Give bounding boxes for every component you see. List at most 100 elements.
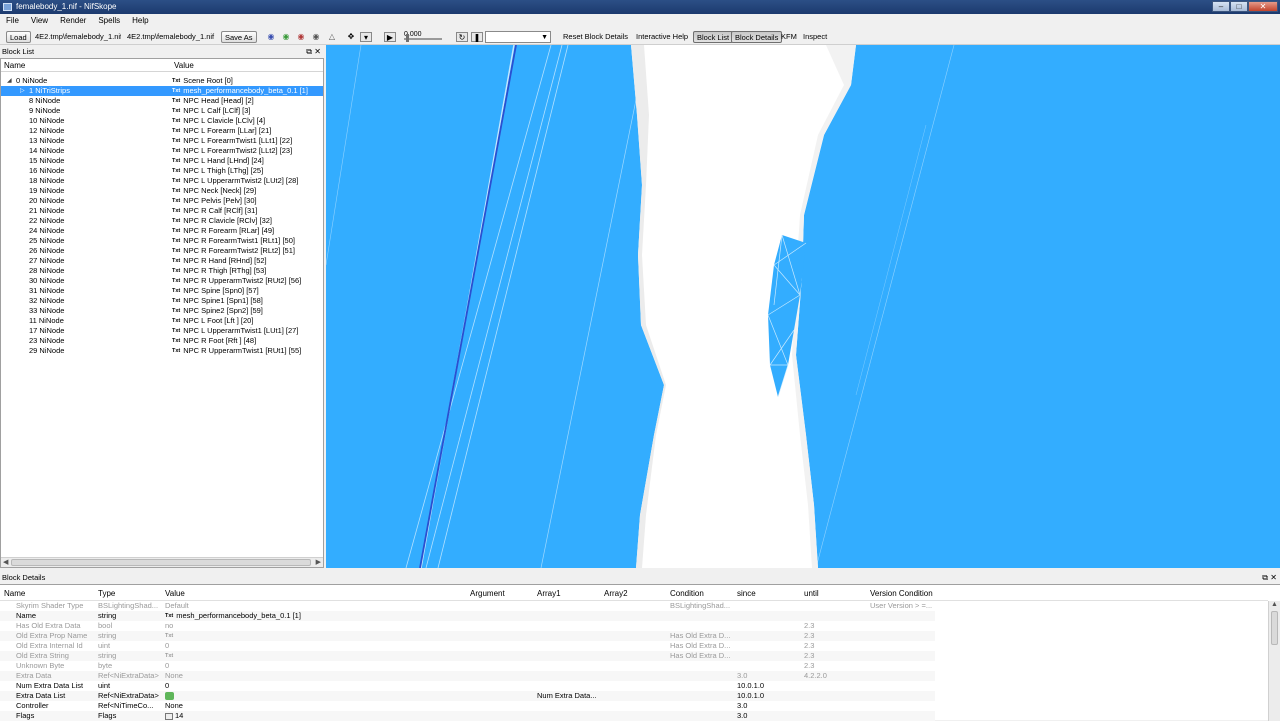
eye-green-icon[interactable]: ◉	[280, 32, 292, 42]
col-array2-header[interactable]: Array2	[604, 587, 628, 601]
block-list-tree[interactable]: Name Value ◢ 0 NiNode Txt Scene Root [0] ▷ 1 …	[0, 58, 324, 568]
col-until-header[interactable]: until	[804, 587, 819, 601]
tree-row[interactable]: 26 NiNode Txt NPC R ForearmTwist2 [RLt2] […	[1, 246, 323, 256]
scroll-right-icon[interactable]: ▶	[316, 558, 321, 568]
menu-file[interactable]: File	[0, 14, 25, 28]
close-icon[interactable]: ✕	[1248, 1, 1278, 12]
detail-value[interactable]: None	[165, 701, 183, 711]
scroll-thumb[interactable]	[1271, 611, 1278, 645]
col-name-header[interactable]: Name	[4, 59, 25, 72]
col-since-header[interactable]: since	[737, 587, 756, 601]
detail-row[interactable]: Has Old Extra Data bool no 2.3	[0, 621, 935, 631]
save-as-button[interactable]: Save As	[221, 31, 257, 43]
col-name-header[interactable]: Name	[4, 587, 25, 601]
time-slider[interactable]	[404, 38, 442, 40]
detail-value[interactable]	[165, 691, 174, 701]
detail-value[interactable]: Default	[165, 601, 189, 611]
menu-spells[interactable]: Spells	[92, 14, 126, 28]
scroll-up-icon[interactable]: ▲	[1271, 601, 1278, 608]
detail-row[interactable]: Name string Txt mesh_performancebody_beta_0…	[0, 611, 935, 621]
detail-row[interactable]: Unknown Byte byte 0 2.3	[0, 661, 935, 671]
close-icon[interactable]: ✕	[1270, 572, 1277, 584]
tree-row[interactable]: ▷ 1 NiTriStrips Txt mesh_performancebody_be…	[1, 86, 323, 96]
view-dropdown-icon[interactable]: ▾	[360, 32, 372, 42]
tree-row[interactable]: 28 NiNode Txt NPC R Thigh [RThg] [53]	[1, 266, 323, 276]
menu-help[interactable]: Help	[126, 14, 154, 28]
detail-value[interactable]: 0	[165, 681, 169, 691]
animation-select[interactable]: ▼	[485, 31, 551, 43]
expand-arrow-icon[interactable]: ▷	[20, 86, 25, 96]
save-path-field[interactable]: 4E2.tmp\femalebody_1.nif	[125, 31, 217, 43]
tree-row[interactable]: 18 NiNode Txt NPC L UpperarmTwist2 [LUt2] …	[1, 176, 323, 186]
tree-row[interactable]: 31 NiNode Txt NPC Spine [Spn0] [57]	[1, 286, 323, 296]
scroll-left-icon[interactable]: ◀	[3, 558, 8, 568]
tree-row[interactable]: 11 NiNode Txt NPC L Foot [Lft ] [20]	[1, 316, 323, 326]
detail-value[interactable]: no	[165, 621, 173, 631]
col-condition-header[interactable]: Condition	[670, 587, 704, 601]
minimize-icon[interactable]: –	[1212, 1, 1230, 12]
kfm-toggle[interactable]: KFM	[779, 31, 799, 43]
tree-row[interactable]: 8 NiNode Txt NPC Head [Head] [2]	[1, 96, 323, 106]
undock-icon[interactable]: ⧉	[306, 46, 312, 58]
tree-row[interactable]: 20 NiNode Txt NPC Pelvis [Pelv] [30]	[1, 196, 323, 206]
eye-red-icon[interactable]: ◉	[295, 32, 307, 42]
detail-row[interactable]: Extra Data List Ref<NiExtraData> Num Extra…	[0, 691, 935, 701]
tree-row[interactable]: 10 NiNode Txt NPC L Clavicle [LClv] [4]	[1, 116, 323, 126]
pause-icon[interactable]: ❚	[471, 32, 483, 42]
tree-row[interactable]: ◢ 0 NiNode Txt Scene Root [0]	[1, 76, 323, 86]
maximize-icon[interactable]: □	[1230, 1, 1248, 12]
detail-row[interactable]: Old Extra Internal Id uint 0 Has Old Extra …	[0, 641, 935, 651]
detail-row[interactable]: Old Extra Prop Name string Txt Has Old Extr…	[0, 631, 935, 641]
menu-view[interactable]: View	[25, 14, 54, 28]
inspect-toggle[interactable]: Inspect	[801, 31, 829, 43]
tree-row[interactable]: 17 NiNode Txt NPC L UpperarmTwist1 [LUt1] …	[1, 326, 323, 336]
tree-row[interactable]: 16 NiNode Txt NPC L Thigh [LThg] [25]	[1, 166, 323, 176]
tree-row[interactable]: 13 NiNode Txt NPC L ForearmTwist1 [LLt1] […	[1, 136, 323, 146]
collapse-arrow-icon[interactable]: ◢	[7, 76, 12, 86]
tree-row[interactable]: 25 NiNode Txt NPC R ForearmTwist1 [RLt1] […	[1, 236, 323, 246]
detail-value[interactable]: 0	[165, 661, 169, 671]
tree-row[interactable]: 19 NiNode Txt NPC Neck [Neck] [29]	[1, 186, 323, 196]
tree-row[interactable]: 21 NiNode Txt NPC R Calf [RClf] [31]	[1, 206, 323, 216]
tree-row[interactable]: 15 NiNode Txt NPC L Hand [LHnd] [24]	[1, 156, 323, 166]
tree-row[interactable]: 32 NiNode Txt NPC Spine1 [Spn1] [58]	[1, 296, 323, 306]
detail-row[interactable]: Extra Data Ref<NiExtraData> None 3.0 4.2.2.0	[0, 671, 935, 681]
loop-icon[interactable]: ↻	[456, 32, 468, 42]
col-array1-header[interactable]: Array1	[537, 587, 561, 601]
horizontal-scrollbar[interactable]: ◀ ▶	[1, 557, 323, 567]
detail-value[interactable]: None	[165, 671, 183, 681]
tree-row[interactable]: 14 NiNode Txt NPC L ForearmTwist2 [LLt2] […	[1, 146, 323, 156]
render-viewport[interactable]	[326, 45, 1280, 568]
eye-grey-icon[interactable]: ◉	[310, 32, 322, 42]
block-details-toggle[interactable]: Block Details	[731, 31, 783, 43]
interactive-help-button[interactable]: Interactive Help	[634, 31, 690, 43]
load-button[interactable]: Load	[6, 31, 31, 43]
tree-row[interactable]: 33 NiNode Txt NPC Spine2 [Spn2] [59]	[1, 306, 323, 316]
detail-value[interactable]: Txt	[165, 651, 176, 661]
move-icon[interactable]: ✥	[345, 32, 357, 42]
menu-render[interactable]: Render	[54, 14, 92, 28]
detail-row[interactable]: Num Extra Data List uint 0 10.0.1.0	[0, 681, 935, 691]
eye-blue-icon[interactable]: ◉	[265, 32, 277, 42]
col-argument-header[interactable]: Argument	[470, 587, 505, 601]
block-list-toggle[interactable]: Block List	[693, 31, 734, 43]
tree-row[interactable]: 27 NiNode Txt NPC R Hand [RHnd] [52]	[1, 256, 323, 266]
reset-block-details-button[interactable]: Reset Block Details	[561, 31, 630, 43]
vertical-scrollbar[interactable]: ▲	[1268, 601, 1280, 721]
scroll-thumb[interactable]	[11, 559, 311, 566]
close-icon[interactable]: ✕	[314, 46, 321, 58]
tree-row[interactable]: 12 NiNode Txt NPC L Forearm [LLar] [21]	[1, 126, 323, 136]
tree-row[interactable]: 22 NiNode Txt NPC R Clavicle [RClv] [32]	[1, 216, 323, 226]
tree-row[interactable]: 23 NiNode Txt NPC R Foot [Rft ] [48]	[1, 336, 323, 346]
tree-row[interactable]: 9 NiNode Txt NPC L Calf [LClf] [3]	[1, 106, 323, 116]
lod-icon[interactable]: △	[326, 32, 338, 42]
detail-row[interactable]: Controller Ref<NiTimeCo... None 3.0	[0, 701, 935, 711]
tree-row[interactable]: 24 NiNode Txt NPC R Forearm [RLar] [49]	[1, 226, 323, 236]
block-details-table[interactable]: Name Type Value Argument Array1 Array2 C…	[0, 584, 1280, 721]
undock-icon[interactable]: ⧉	[1262, 572, 1268, 584]
col-version-condition-header[interactable]: Version Condition	[870, 587, 933, 601]
detail-value[interactable]: 0	[165, 641, 169, 651]
detail-value[interactable]: Txt mesh_performancebody_beta_0.1 [1]	[165, 611, 301, 621]
tree-row[interactable]: 30 NiNode Txt NPC R UpperarmTwist2 [RUt2] …	[1, 276, 323, 286]
col-value-header[interactable]: Value	[165, 587, 185, 601]
